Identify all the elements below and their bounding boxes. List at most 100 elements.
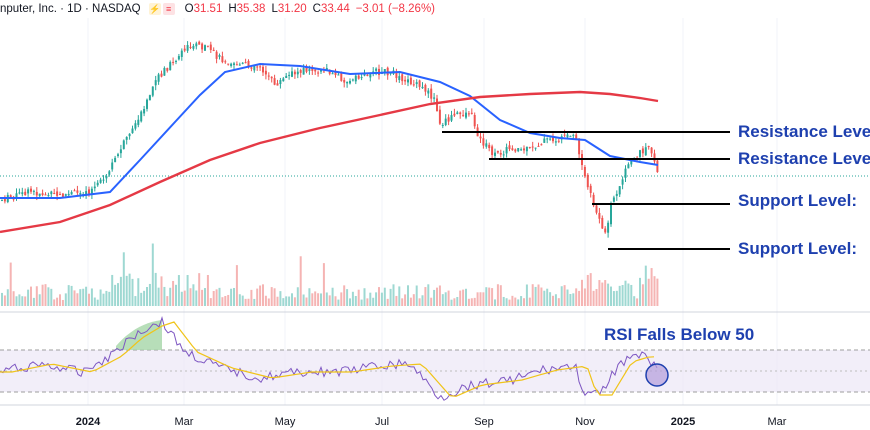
volume-bar	[508, 299, 511, 306]
candle-body	[218, 55, 221, 57]
candle-body	[186, 45, 189, 51]
candle-body	[195, 43, 198, 47]
volume-bar	[12, 291, 15, 306]
volume-bar	[476, 292, 479, 306]
candle-body	[618, 186, 621, 195]
volume-bar	[201, 289, 204, 306]
earnings-icon[interactable]: ≡	[162, 3, 175, 15]
volume-bar	[325, 292, 328, 306]
volume-bar	[322, 263, 325, 306]
candle-body	[128, 133, 131, 137]
candle-body	[563, 134, 566, 136]
candle-body	[351, 79, 354, 81]
candle-body	[215, 51, 218, 59]
volume-bar	[520, 296, 523, 306]
volume-bar	[76, 293, 79, 306]
volume-bar	[291, 293, 293, 306]
candle-body	[50, 191, 53, 195]
volume-bar	[163, 286, 166, 306]
candle-body	[169, 62, 172, 71]
volume-bar	[456, 297, 459, 306]
volume-bar	[56, 297, 59, 306]
volume-bar	[302, 294, 305, 306]
candle-body	[473, 114, 476, 127]
candle-body	[499, 152, 502, 155]
resistance-label-lower: Resistance Level	[738, 149, 870, 168]
candle-body	[465, 112, 467, 118]
volume-bar	[221, 297, 224, 306]
candle-body	[459, 112, 462, 115]
candle-body	[430, 88, 433, 99]
candle-body	[627, 164, 630, 169]
volume-bar	[218, 287, 221, 306]
volume-bar	[73, 290, 76, 306]
volume-bar	[331, 287, 334, 306]
volume-bar	[549, 292, 552, 306]
candle-body	[314, 69, 317, 72]
candle-body	[88, 189, 90, 194]
volume-bar	[119, 276, 122, 306]
rsi-highlight-circle	[645, 363, 669, 387]
volume-bar	[633, 296, 636, 306]
volume-bar	[554, 294, 557, 306]
volume-bar	[102, 293, 105, 306]
volume-bar	[552, 295, 554, 306]
volume-bar	[650, 268, 653, 306]
volume-bar	[64, 293, 67, 306]
volume-bar	[27, 289, 30, 306]
volume-bar	[578, 290, 581, 306]
lightning-icon[interactable]: ⚡	[148, 3, 161, 15]
volume-bar	[523, 298, 525, 306]
volume-bar	[32, 297, 35, 306]
volume-bar	[285, 296, 288, 306]
volume-bar	[528, 297, 531, 306]
volume-bar	[444, 292, 447, 306]
candle-body	[366, 74, 369, 76]
volume-bar	[125, 275, 128, 306]
volume-bar	[35, 286, 38, 306]
volume-bar	[44, 284, 47, 306]
volume-bar	[99, 289, 102, 306]
candle-body	[409, 77, 412, 85]
candle-body	[583, 166, 586, 177]
volume-bar	[441, 294, 444, 306]
volume-bar	[482, 292, 485, 306]
high-label: H	[228, 3, 237, 15]
candle-body	[154, 80, 157, 86]
volume-bar	[595, 289, 598, 306]
candle-body	[496, 151, 499, 153]
support-label-lower: Support Level:	[738, 239, 858, 258]
volume-bar	[488, 287, 491, 306]
candle-body	[621, 179, 624, 185]
volume-bar	[117, 283, 119, 306]
volume-bar	[369, 292, 372, 306]
volume-bar	[209, 298, 212, 306]
volume-bar	[96, 299, 99, 306]
volume-bar	[392, 284, 395, 306]
candle-body	[291, 71, 293, 77]
candle-body	[610, 203, 612, 225]
candle-body	[607, 222, 610, 233]
volume-bar	[146, 287, 148, 306]
candle-body	[595, 205, 598, 213]
candle-body	[418, 80, 421, 87]
volume-bar	[148, 283, 151, 306]
chart-header: nputer, Inc. · 1D · NASDAQ ⚡ ≡ O31.51 H3…	[0, 0, 435, 18]
candle-body	[462, 114, 465, 116]
candle-body	[331, 73, 334, 75]
volume-bar	[607, 283, 610, 306]
volume-bar	[491, 288, 494, 306]
volume-bar	[198, 273, 201, 306]
candle-body	[134, 123, 137, 129]
candle-body	[259, 66, 262, 68]
volume-bar	[412, 294, 415, 306]
candle-body	[453, 113, 456, 116]
volume-bar	[601, 282, 604, 306]
volume-bar	[572, 293, 575, 306]
candle-body	[401, 74, 404, 82]
candle-body	[554, 141, 557, 143]
candle-body	[175, 60, 177, 62]
volume-bar	[610, 286, 612, 306]
volume-bar	[537, 284, 540, 306]
candle-body	[427, 90, 430, 94]
